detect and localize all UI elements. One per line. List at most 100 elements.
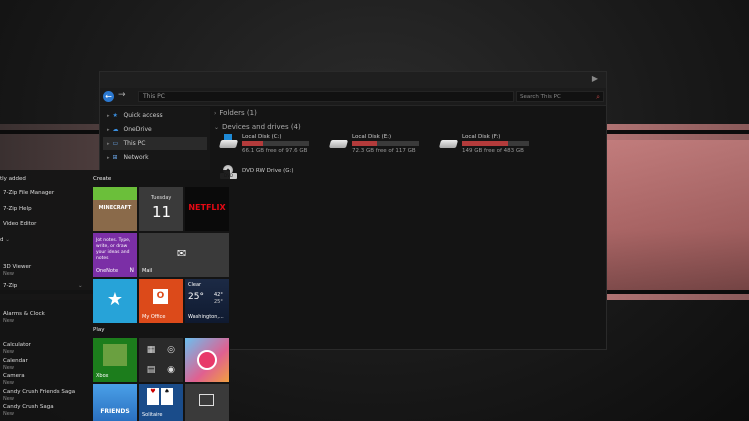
calendar-day: Tuesday: [151, 195, 172, 201]
title-bar[interactable]: ▶: [100, 72, 606, 88]
back-arrow-icon[interactable]: ←: [103, 91, 114, 102]
address-bar-row: ← → This PC Search This PC ⌕: [100, 88, 606, 106]
play-section-header[interactable]: Play: [93, 327, 104, 333]
tile-label: Mail: [142, 268, 153, 274]
minecraft-tile[interactable]: MINECRAFT: [93, 187, 137, 231]
app-item[interactable]: 7-Zip: [3, 283, 17, 289]
onenote-text: Jot notes. Type, write, or draw your ide…: [96, 238, 131, 261]
office-icon: O: [153, 289, 168, 304]
chevron-right-icon[interactable]: ▸: [107, 155, 110, 161]
app-item[interactable]: Candy Crush Saga: [3, 404, 54, 410]
drive-name: DVD RW Drive (G:): [242, 168, 294, 174]
chevron-right-icon[interactable]: ▸: [107, 113, 110, 119]
card-icon: ♠: [161, 388, 173, 405]
netflix-logo: NETFLIX: [188, 203, 226, 212]
new-badge: New: [3, 380, 14, 386]
new-badge: New: [3, 271, 14, 277]
wallpaper-glow: [600, 140, 749, 290]
solitaire-tile[interactable]: ♥ ♠ Solitaire: [139, 384, 183, 421]
search-icon[interactable]: ⌕: [596, 92, 600, 102]
drive-usage-fill: [462, 141, 509, 146]
drive-usage-fill: [352, 141, 378, 146]
drive-name: Local Disk (C:): [242, 134, 282, 140]
recently-added-header: tly added: [0, 176, 26, 182]
app-item[interactable]: Alarms & Clock: [3, 311, 45, 317]
drive-g-dvd[interactable]: DVD DVD RW Drive (G:): [220, 165, 330, 191]
chevron-right-icon[interactable]: ▸: [107, 141, 110, 147]
nav-label: This PC: [123, 140, 146, 147]
card-icon: ♥: [147, 388, 159, 405]
drive-name: Local Disk (E:): [352, 134, 392, 140]
network-icon: ⊞: [112, 154, 118, 161]
calendar-date: 11: [152, 203, 172, 221]
nav-item-network[interactable]: ▸ ⊞ Network: [103, 151, 207, 164]
app-item[interactable]: 3D Viewer: [3, 264, 31, 270]
nav-item-onedrive[interactable]: ▸ ☁ OneDrive: [103, 123, 207, 136]
friends-logo: FRIENDS: [100, 408, 130, 415]
drive-free-space: 72.3 GB free of 117 GB: [352, 148, 416, 154]
chevron-down-icon[interactable]: ⌄: [78, 283, 83, 289]
drive-free-space: 149 GB free of 483 GB: [462, 148, 524, 154]
folders-group-header[interactable]: › Folders (1): [214, 109, 257, 117]
drive-f[interactable]: Local Disk (F:) 149 GB free of 483 GB: [438, 134, 550, 160]
create-section-header[interactable]: Create: [93, 176, 111, 182]
forward-arrow-icon[interactable]: →: [118, 90, 126, 100]
app-item[interactable]: Video Editor: [3, 221, 36, 227]
chevron-right-icon[interactable]: ▸: [107, 127, 110, 133]
group-letter-d[interactable]: d ⌄: [0, 237, 10, 243]
featured-app-tile[interactable]: ★: [93, 279, 137, 323]
photos-icon: [199, 394, 214, 406]
movies-icon[interactable]: ▦: [143, 342, 159, 358]
search-input[interactable]: Search This PC ⌕: [516, 91, 604, 102]
content-pane: › Folders (1) ⌄ Devices and drives (4) Loc…: [214, 107, 608, 351]
xbox-tile[interactable]: Xbox: [93, 338, 137, 382]
photos-tile[interactable]: [185, 384, 229, 421]
onenote-icon: N: [129, 267, 135, 274]
app-item[interactable]: Candy Crush Friends Saga: [3, 389, 75, 395]
minecraft-logo: MINECRAFT: [98, 205, 132, 211]
xbox-art: [103, 344, 127, 366]
mail-tile[interactable]: ✉ Mail: [139, 233, 229, 277]
netflix-tile[interactable]: NETFLIX: [185, 187, 229, 231]
my-office-tile[interactable]: O My Office: [139, 279, 183, 323]
new-badge: New: [3, 349, 14, 355]
drive-name: Local Disk (F:): [462, 134, 501, 140]
drive-free-space: 66.1 GB free of 97.6 GB: [242, 148, 308, 154]
drive-usage-bar: [352, 141, 419, 146]
new-badge: New: [3, 318, 14, 324]
drive-c[interactable]: Local Disk (C:) 66.1 GB free of 97.6 GB: [218, 134, 330, 160]
app-item[interactable]: 7-Zip File Manager: [3, 190, 54, 196]
calendar-tile[interactable]: Tuesday 11: [139, 187, 183, 231]
group-label: Devices and drives (4): [222, 123, 301, 131]
devices-group-header[interactable]: ⌄ Devices and drives (4): [214, 123, 301, 131]
nav-item-quick-access[interactable]: ▸ ★ Quick access: [103, 109, 207, 122]
chevron-down-icon: ⌄: [214, 124, 220, 131]
drive-usage-fill: [242, 141, 264, 146]
weather-high: 42°: [214, 292, 223, 298]
address-input[interactable]: This PC: [138, 91, 514, 102]
weather-temperature: 25°: [188, 292, 204, 302]
nav-label: Network: [123, 154, 149, 161]
nav-label: OneDrive: [123, 126, 152, 133]
candy-crush-saga-tile[interactable]: [185, 338, 229, 382]
app-letter: d: [0, 237, 4, 243]
group-label: Folders (1): [219, 109, 257, 117]
nav-item-this-pc[interactable]: ▸ ▭ This PC: [103, 137, 207, 150]
drive-e[interactable]: Local Disk (E:) 72.3 GB free of 117 GB: [328, 134, 440, 160]
weather-tile[interactable]: Clear 25° 42° 25° Washington,...: [185, 279, 229, 323]
tile-label: My Office: [142, 314, 166, 320]
small-tiles-group: ▦ ◎ ▤ ◉: [139, 338, 183, 382]
app-item[interactable]: 7-Zip Help: [3, 206, 32, 212]
chevron-down-icon: ⌄: [5, 237, 10, 243]
candy-crush-friends-tile[interactable]: FRIENDS: [93, 384, 137, 421]
camera-icon[interactable]: ◉: [163, 362, 179, 378]
app-item[interactable]: Calendar: [3, 358, 28, 364]
groove-music-icon[interactable]: ◎: [163, 342, 179, 358]
calculator-icon[interactable]: ▤: [143, 362, 159, 378]
app-item[interactable]: Camera: [3, 373, 25, 379]
drive-usage-bar: [242, 141, 309, 146]
onenote-tile[interactable]: Jot notes. Type, write, or draw your ide…: [93, 233, 137, 277]
app-item[interactable]: Calculator: [3, 342, 31, 348]
weather-low: 25°: [214, 299, 223, 305]
window-control-icon[interactable]: ▶: [592, 74, 598, 83]
